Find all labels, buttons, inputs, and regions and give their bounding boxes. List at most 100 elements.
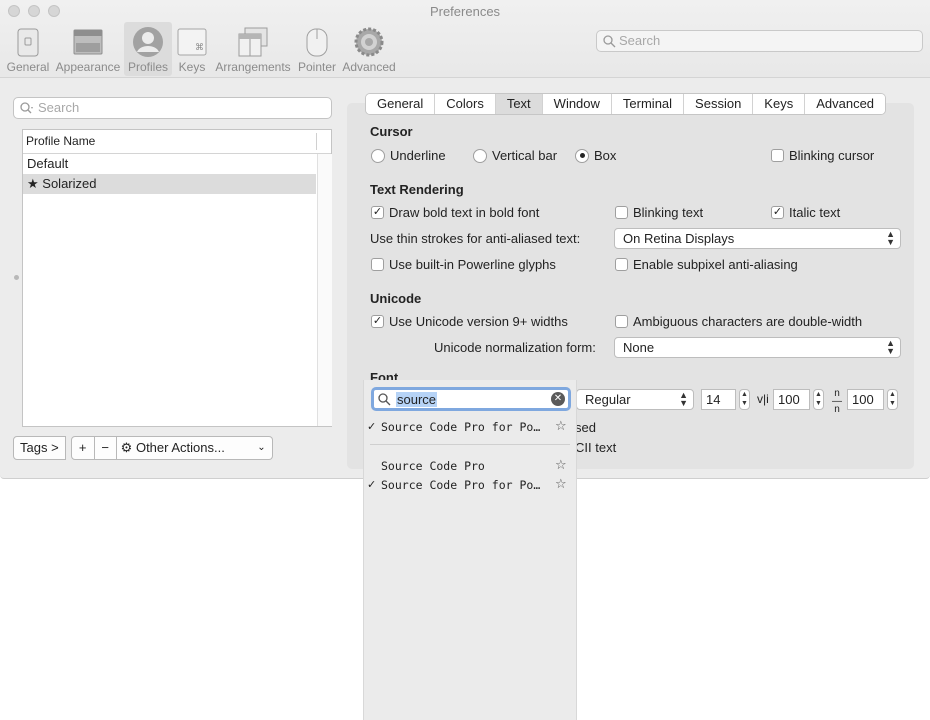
- powerline-glyphs-checkbox[interactable]: Use built-in Powerline glyphs: [371, 257, 556, 272]
- checkmark-icon[interactable]: ✓: [371, 315, 384, 328]
- toolbar-profiles-label: Profiles: [127, 60, 168, 74]
- ambiguous-width-checkbox[interactable]: Ambiguous characters are double-width: [615, 314, 862, 329]
- split-view-handle[interactable]: [14, 275, 19, 280]
- profile-name-column-header[interactable]: Profile Name: [23, 130, 331, 154]
- checkbox[interactable]: [371, 258, 384, 271]
- checkbox[interactable]: [615, 206, 628, 219]
- powerline-glyphs-label: Use built-in Powerline glyphs: [389, 257, 556, 272]
- radio-button[interactable]: [473, 148, 487, 163]
- window-icon: [72, 26, 104, 58]
- checkmark-icon[interactable]: ✓: [771, 206, 784, 219]
- horizontal-spacing-stepper[interactable]: ▲ ▼: [813, 389, 824, 410]
- checkmark-icon: ✓: [367, 420, 377, 433]
- normalization-select[interactable]: None ▲ ▼: [614, 337, 901, 358]
- tab-colors[interactable]: Colors: [434, 94, 495, 114]
- toolbar-search-placeholder: Search: [619, 33, 661, 48]
- tags-button[interactable]: Tags >: [13, 436, 66, 460]
- horizontal-spacing-value: 100: [778, 392, 800, 407]
- vertical-spacing-stepper[interactable]: ▲ ▼: [887, 389, 898, 410]
- add-profile-button[interactable]: +: [70, 436, 95, 460]
- checkbox[interactable]: [615, 315, 628, 328]
- font-search-field[interactable]: source ✕: [371, 387, 571, 411]
- toolbar-pointer-label: Pointer: [297, 60, 337, 74]
- arrangements-icon: [237, 26, 269, 58]
- tab-window[interactable]: Window: [541, 94, 611, 114]
- vertical-spacing-field[interactable]: 100: [847, 389, 884, 410]
- profile-icon: [132, 26, 164, 58]
- up-down-arrows-icon: ▲ ▼: [886, 229, 895, 247]
- blinking-text-checkbox[interactable]: Blinking text: [615, 205, 703, 220]
- profile-name-header-label: Profile Name: [26, 134, 96, 148]
- default-star-icon: ★: [27, 176, 39, 191]
- italic-text-checkbox[interactable]: ✓ Italic text: [771, 205, 840, 220]
- profile-search-input[interactable]: Search: [13, 97, 332, 119]
- horizontal-spacing-field[interactable]: 100: [773, 389, 810, 410]
- toolbar-appearance[interactable]: Appearance: [55, 22, 121, 76]
- font-weight-value: Regular: [585, 392, 631, 407]
- bold-font-checkbox[interactable]: ✓ Draw bold text in bold font: [371, 205, 539, 220]
- tab-general[interactable]: General: [366, 94, 435, 114]
- subpixel-checkbox[interactable]: Enable subpixel anti-aliasing: [615, 257, 798, 272]
- font-weight-select[interactable]: Regular ▲ ▼: [576, 389, 694, 410]
- toolbar-advanced-label: Advanced: [342, 60, 396, 74]
- profile-name: Default: [27, 156, 69, 171]
- checkmark-icon[interactable]: ✓: [371, 206, 384, 219]
- toolbar-general[interactable]: General: [4, 22, 52, 76]
- gear-icon: [353, 26, 385, 58]
- blinking-cursor-checkbox[interactable]: Blinking cursor: [771, 148, 874, 163]
- unicode-version-checkbox[interactable]: ✓ Use Unicode version 9+ widths: [371, 314, 568, 329]
- font-size-value: 14: [706, 392, 721, 407]
- cursor-vertical-bar-radio[interactable]: Vertical bar: [473, 148, 557, 163]
- obscured-option-label: CII text: [575, 440, 617, 455]
- radio-button[interactable]: [371, 148, 385, 163]
- subpixel-label: Enable subpixel anti-aliasing: [633, 257, 798, 272]
- tab-terminal[interactable]: Terminal: [610, 94, 684, 114]
- thin-strokes-value: On Retina Displays: [623, 231, 735, 246]
- tab-text[interactable]: Text: [494, 94, 542, 114]
- tab-keys[interactable]: Keys: [752, 94, 805, 114]
- remove-profile-button[interactable]: −: [94, 436, 117, 460]
- toolbar-search-input[interactable]: Search: [596, 30, 923, 52]
- toolbar-profiles[interactable]: Profiles: [124, 22, 172, 76]
- checkmark-icon: ✓: [367, 478, 377, 491]
- font-size-field[interactable]: 14: [701, 389, 736, 410]
- profile-search-placeholder: Search: [38, 100, 80, 115]
- toolbar-general-label: General: [6, 60, 50, 74]
- font-list-item[interactable]: ✓ Source Code Pro for Po… ☆: [364, 476, 576, 494]
- toolbar-keys-label: Keys: [178, 60, 206, 74]
- checkbox[interactable]: [771, 149, 784, 162]
- profile-row-solarized[interactable]: ★ Solarized: [23, 174, 316, 194]
- tab-advanced[interactable]: Advanced: [804, 94, 886, 114]
- clear-search-icon[interactable]: ✕: [551, 392, 565, 406]
- profile-list-scrollbar[interactable]: [317, 154, 332, 426]
- cursor-box-radio[interactable]: Box: [575, 148, 616, 163]
- other-actions-button[interactable]: ⚙ Other Actions... ⌄: [116, 436, 273, 460]
- checkbox[interactable]: [615, 258, 628, 271]
- font-list-item[interactable]: Source Code Pro ☆: [364, 457, 576, 475]
- radio-button-selected[interactable]: [575, 148, 589, 163]
- favorite-star-icon[interactable]: ☆: [555, 476, 567, 494]
- font-size-stepper[interactable]: ▲ ▼: [739, 389, 750, 410]
- bold-font-label: Draw bold text in bold font: [389, 205, 540, 220]
- toolbar-advanced[interactable]: Advanced: [341, 22, 397, 76]
- favorite-star-icon[interactable]: ☆: [555, 418, 567, 436]
- thin-strokes-select[interactable]: On Retina Displays ▲ ▼: [614, 228, 901, 249]
- phone-icon: [12, 26, 44, 58]
- cursor-vertical-bar-label: Vertical bar: [492, 148, 558, 163]
- tab-session[interactable]: Session: [683, 94, 753, 114]
- horizontal-spacing-icon: v|i: [757, 392, 769, 406]
- text-rendering-section-title: Text Rendering: [370, 182, 464, 197]
- thin-strokes-label: Use thin strokes for anti-aliased text:: [370, 231, 581, 246]
- font-picker-popup: source ✕ ✓ Source Code Pro for Po… ☆ Sou…: [363, 380, 577, 720]
- profile-row-default[interactable]: Default: [23, 154, 316, 174]
- toolbar-keys[interactable]: ⌘ Keys: [174, 22, 210, 76]
- italic-text-label: Italic text: [789, 205, 841, 220]
- titlebar: Preferences General Appearance Profiles …: [0, 0, 930, 78]
- up-down-arrows-icon: ▲ ▼: [679, 390, 688, 408]
- font-list-item[interactable]: ✓ Source Code Pro for Po… ☆: [364, 418, 576, 436]
- favorite-star-icon[interactable]: ☆: [555, 457, 567, 475]
- cursor-underline-radio[interactable]: Underline: [371, 148, 446, 163]
- toolbar-pointer[interactable]: Pointer: [296, 22, 338, 76]
- toolbar-arrangements[interactable]: Arrangements: [214, 22, 292, 76]
- normalization-value: None: [623, 340, 655, 355]
